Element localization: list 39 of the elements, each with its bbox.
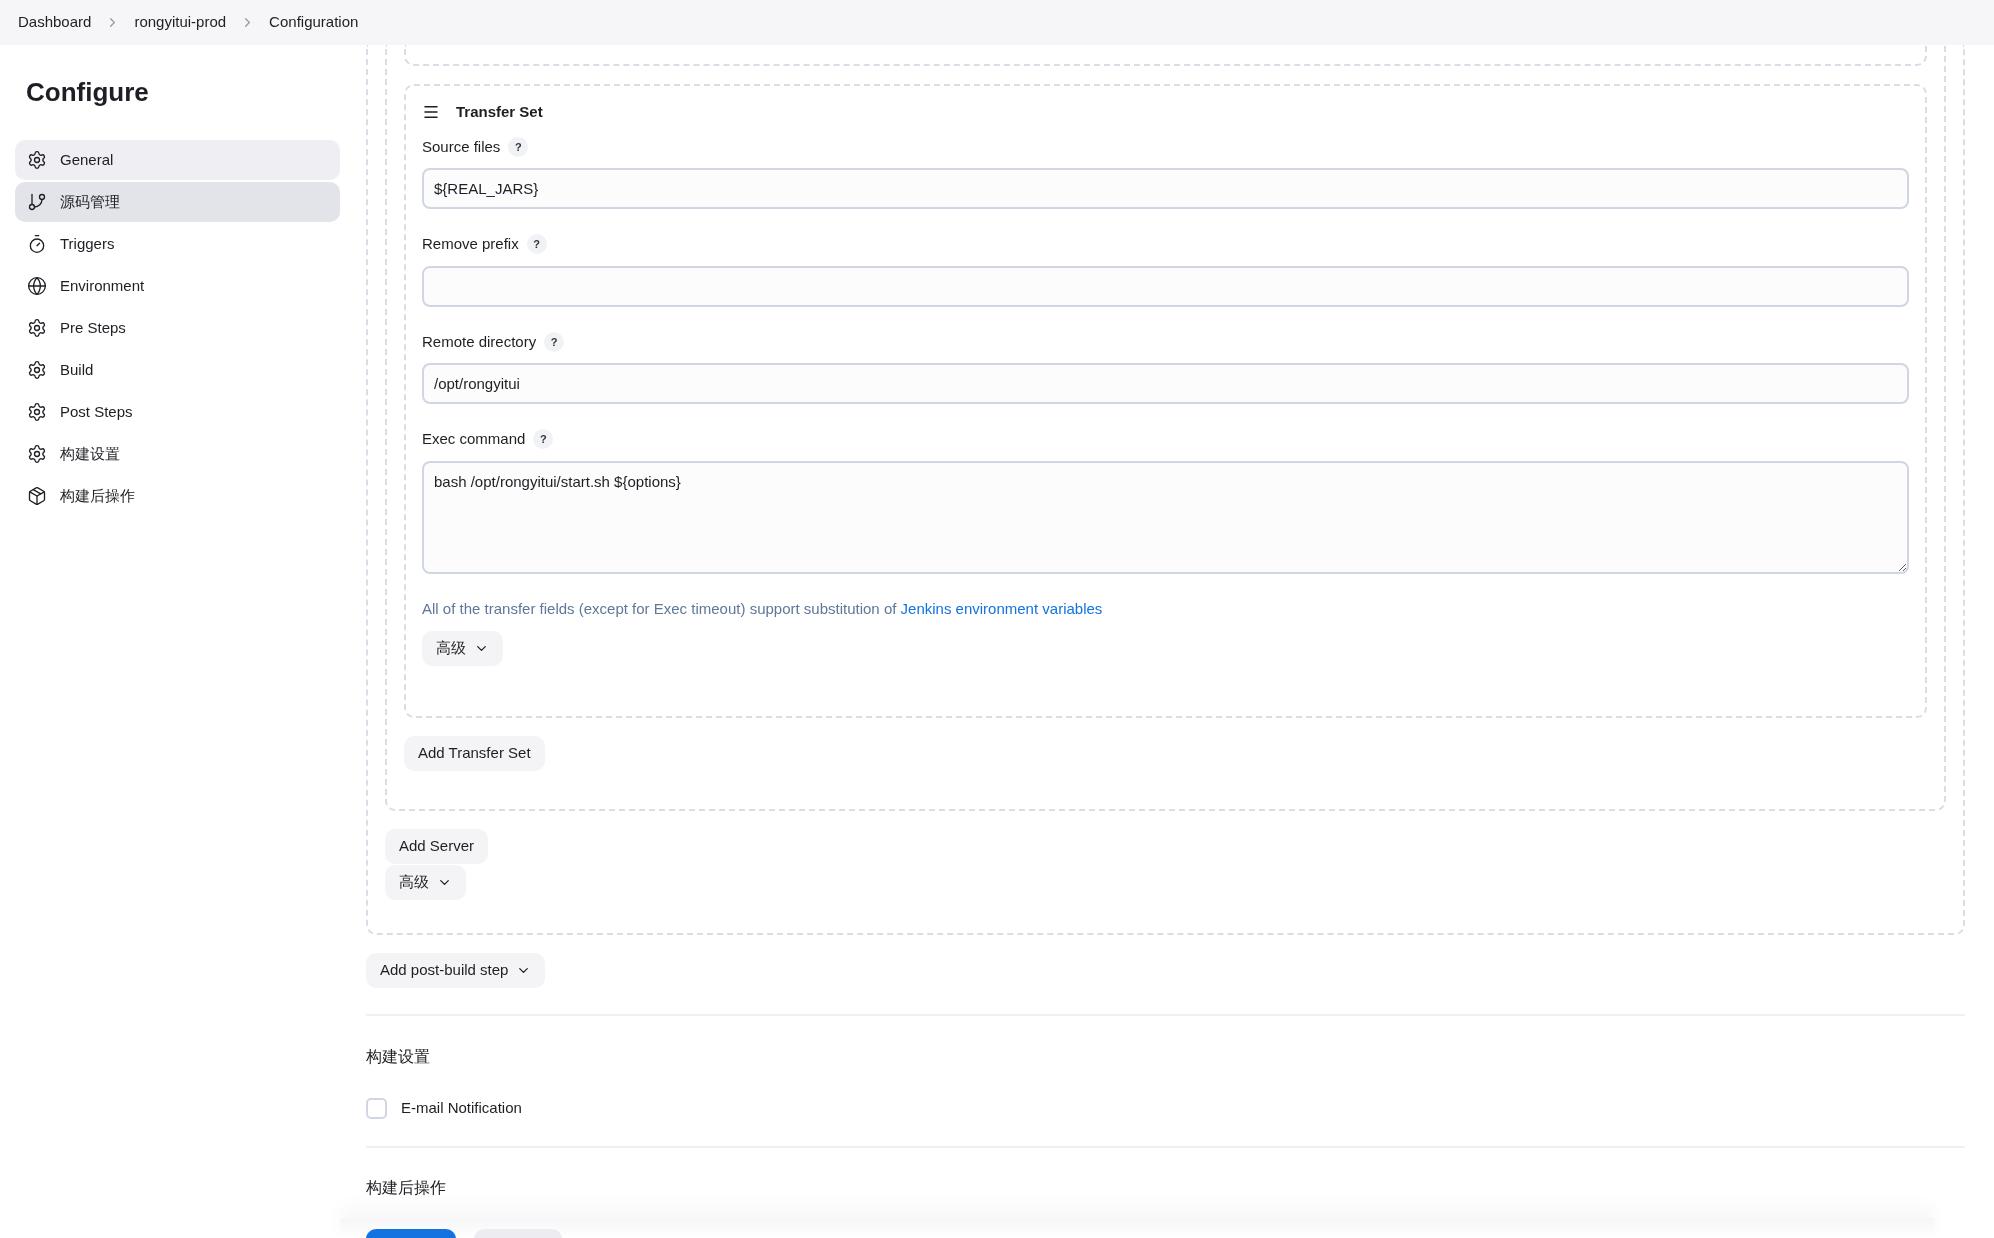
help-button[interactable]: ? [508,136,529,157]
package-icon [27,486,47,506]
help-button[interactable]: ? [544,331,565,352]
gear-icon [27,444,47,464]
gear-icon [27,318,47,338]
sidebar-item[interactable]: General [15,140,340,180]
gear-icon [27,402,47,422]
help-button[interactable]: ? [526,234,547,255]
breadcrumb-link[interactable]: rongyitui-prod [134,11,227,34]
section-heading: 构建后操作 [366,1177,447,1198]
exec-command-field[interactable]: bash /opt/rongyitui/start.sh ${options} [422,460,1909,574]
gear-icon [27,360,47,380]
field-label: Remote directory [422,331,537,352]
section-heading: 构建设置 [366,1047,431,1067]
add-server-button[interactable]: Add Server [385,829,489,864]
section-title: Transfer Set [456,102,543,122]
breadcrumb-link[interactable]: Dashboard [18,11,92,34]
input-field[interactable]: ${REAL_JARS} [422,168,1909,209]
advanced-button[interactable]: 高级 [385,865,466,900]
checkbox-label: E-mail Notification [401,1098,522,1118]
input-field[interactable]: /opt/rongyitui [422,363,1909,404]
field-label: Exec command [422,429,526,449]
page-title: Configure [25,76,150,109]
help-button[interactable]: ? [533,429,554,450]
globe-icon [27,276,47,296]
checkbox[interactable] [366,1097,387,1119]
branch-icon [27,192,47,212]
help-text: All of the transfer fields (except for Exec timeout) support substitution of Jenkins environment variables [422,598,1104,619]
gear-icon [27,150,47,170]
environment-variables-link[interactable]: Jenkins environment variables [900,599,1103,617]
input-field[interactable] [422,265,1909,307]
breadcrumb-link[interactable]: Configuration [269,11,359,34]
add-post-build-step-button[interactable]: Add post-build step [366,953,546,988]
advanced-button[interactable]: 高级 [422,631,503,666]
field-label: Source files [422,136,501,157]
add-transfer-set-button[interactable]: Add Transfer Set [404,736,545,771]
timer-icon [27,234,47,254]
sidebar-item[interactable]: 源码管理 [15,182,340,222]
field-label: Remove prefix [422,234,519,254]
